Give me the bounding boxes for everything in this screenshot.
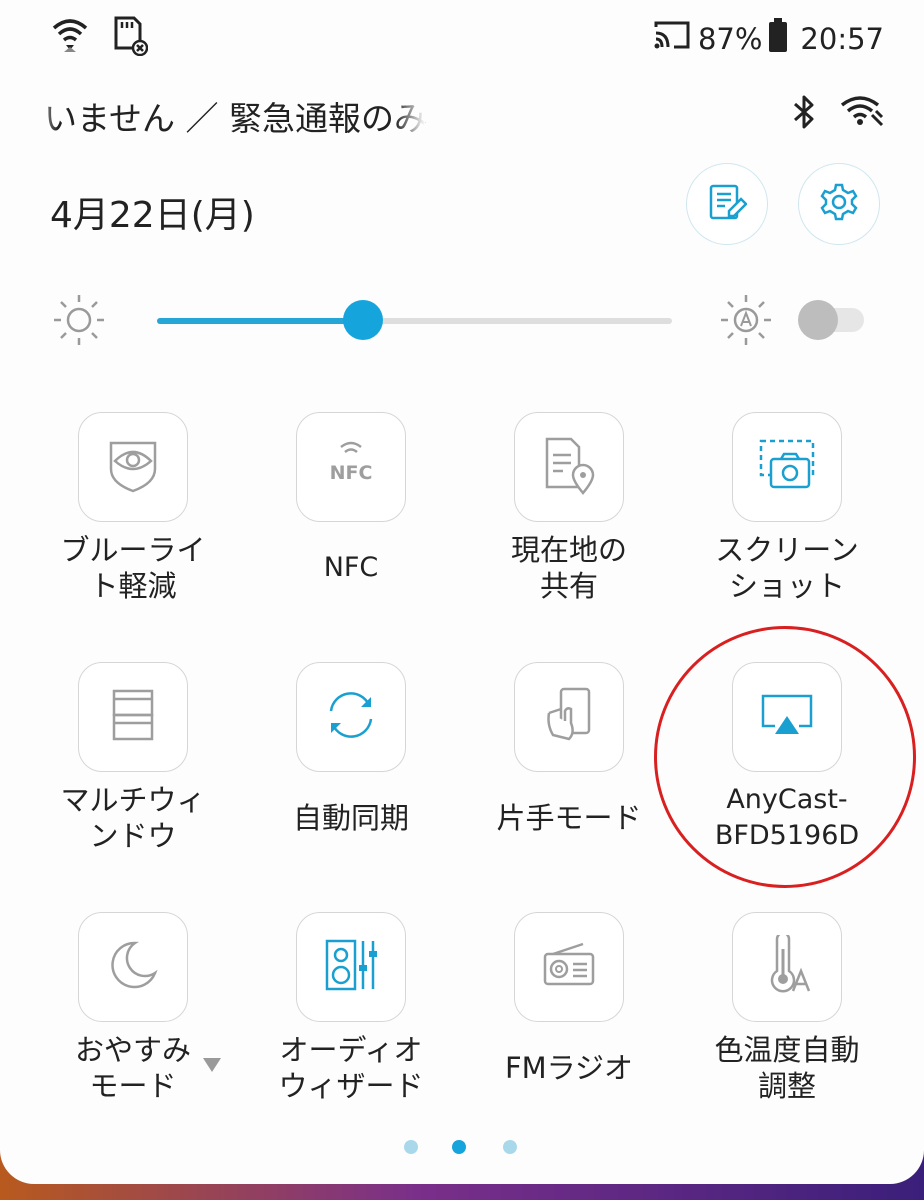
edit-tiles-button[interactable] xyxy=(686,163,768,245)
tile-label: 現在地の 共有 xyxy=(510,533,627,603)
tile-icon-box xyxy=(78,412,188,522)
sd-card-error-icon xyxy=(112,16,149,60)
tile-label: スクリーン ショット xyxy=(715,533,859,603)
wifi-settings-icon[interactable] xyxy=(840,95,884,133)
tile-location-share[interactable]: 現在地の 共有 xyxy=(460,412,678,604)
settings-icon xyxy=(818,181,860,227)
status-bar: 87% 20:57 xyxy=(0,0,924,80)
cast-icon xyxy=(652,19,692,58)
tile-icon-box xyxy=(514,662,624,772)
screenshot-icon xyxy=(757,437,817,497)
toggle-knob xyxy=(798,300,838,340)
tile-label: FMラジオ xyxy=(504,1051,634,1085)
battery-percent: 87% xyxy=(697,21,763,56)
tile-icon-box xyxy=(78,912,188,1022)
tile-sleep-mode[interactable]: おやすみ モード xyxy=(24,912,242,1104)
quick-settings-panel: 87% 20:57 いません ／ 緊急通報のみ 4月22日(月) ブルーライ ト… xyxy=(0,0,924,1184)
tile-icon-box xyxy=(514,412,624,522)
carrier-fade-right xyxy=(395,88,425,138)
auto-brightness-icon xyxy=(719,293,773,351)
tile-label: マルチウィ ンドウ xyxy=(60,783,206,853)
tile-audio-wizard[interactable]: オーディオ ウィザード xyxy=(242,912,460,1104)
tile-icon-box xyxy=(514,912,624,1022)
date-label: 4月22日(月) xyxy=(50,195,255,236)
svg-text:NFC: NFC xyxy=(330,462,373,484)
settings-button[interactable] xyxy=(798,163,880,245)
page-indicator xyxy=(0,1140,924,1160)
tile-blue-light[interactable]: ブルーライ ト軽減 xyxy=(24,412,242,604)
one-hand-icon xyxy=(541,685,597,749)
chevron-down-icon[interactable] xyxy=(203,1058,221,1072)
bluetooth-icon xyxy=(792,94,816,134)
nfc-icon: NFC xyxy=(321,435,381,499)
sync-icon xyxy=(321,685,381,749)
brightness-icon xyxy=(52,293,106,351)
color-temp-icon xyxy=(759,931,815,999)
brightness-slider[interactable] xyxy=(157,300,672,340)
page-dot-2-active[interactable] xyxy=(452,1140,466,1154)
tile-screenshot[interactable]: スクリーン ショット xyxy=(678,412,896,604)
tile-label: 色温度自動 調整 xyxy=(714,1033,860,1103)
tile-one-hand-mode[interactable]: 片手モード xyxy=(460,662,678,836)
audio-wizard-icon xyxy=(321,935,381,999)
tile-icon-box xyxy=(296,662,406,772)
tile-multiwindow[interactable]: マルチウィ ンドウ xyxy=(24,662,242,854)
tile-label: オーディオ ウィザード xyxy=(278,1033,424,1103)
auto-brightness-toggle[interactable] xyxy=(798,300,864,340)
annotation-circle xyxy=(654,626,916,888)
tile-color-temp[interactable]: 色温度自動 調整 xyxy=(678,912,896,1104)
radio-icon xyxy=(539,940,599,994)
clock: 20:57 xyxy=(800,21,884,56)
tile-icon-box xyxy=(78,662,188,772)
tile-auto-sync[interactable]: 自動同期 xyxy=(242,662,460,836)
brightness-slider-thumb[interactable] xyxy=(343,300,383,340)
wifi-icon xyxy=(52,16,88,60)
edit-tiles-icon xyxy=(707,182,748,226)
carrier-status: いません ／ 緊急通報のみ xyxy=(44,99,427,138)
carrier-fade-left xyxy=(28,88,58,138)
multiwindow-icon xyxy=(108,685,158,749)
tile-label: NFC xyxy=(323,552,379,583)
tile-nfc[interactable]: NFC NFC xyxy=(242,412,460,586)
tile-icon-box: NFC xyxy=(296,412,406,522)
moon-icon xyxy=(105,937,161,997)
tile-label: 片手モード xyxy=(496,801,642,835)
eye-shield-icon xyxy=(105,437,161,497)
tile-icon-box xyxy=(732,912,842,1022)
page-dot-3[interactable] xyxy=(503,1140,517,1154)
tile-label: ブルーライ ト軽減 xyxy=(60,533,206,603)
tile-icon-box xyxy=(732,412,842,522)
tile-icon-box xyxy=(296,912,406,1022)
tile-label: 自動同期 xyxy=(292,801,409,835)
brightness-slider-fill xyxy=(157,318,363,324)
location-share-icon xyxy=(541,435,597,499)
battery-icon xyxy=(768,18,788,59)
page-dot-1[interactable] xyxy=(404,1140,418,1154)
tile-fm-radio[interactable]: FMラジオ xyxy=(460,912,678,1086)
